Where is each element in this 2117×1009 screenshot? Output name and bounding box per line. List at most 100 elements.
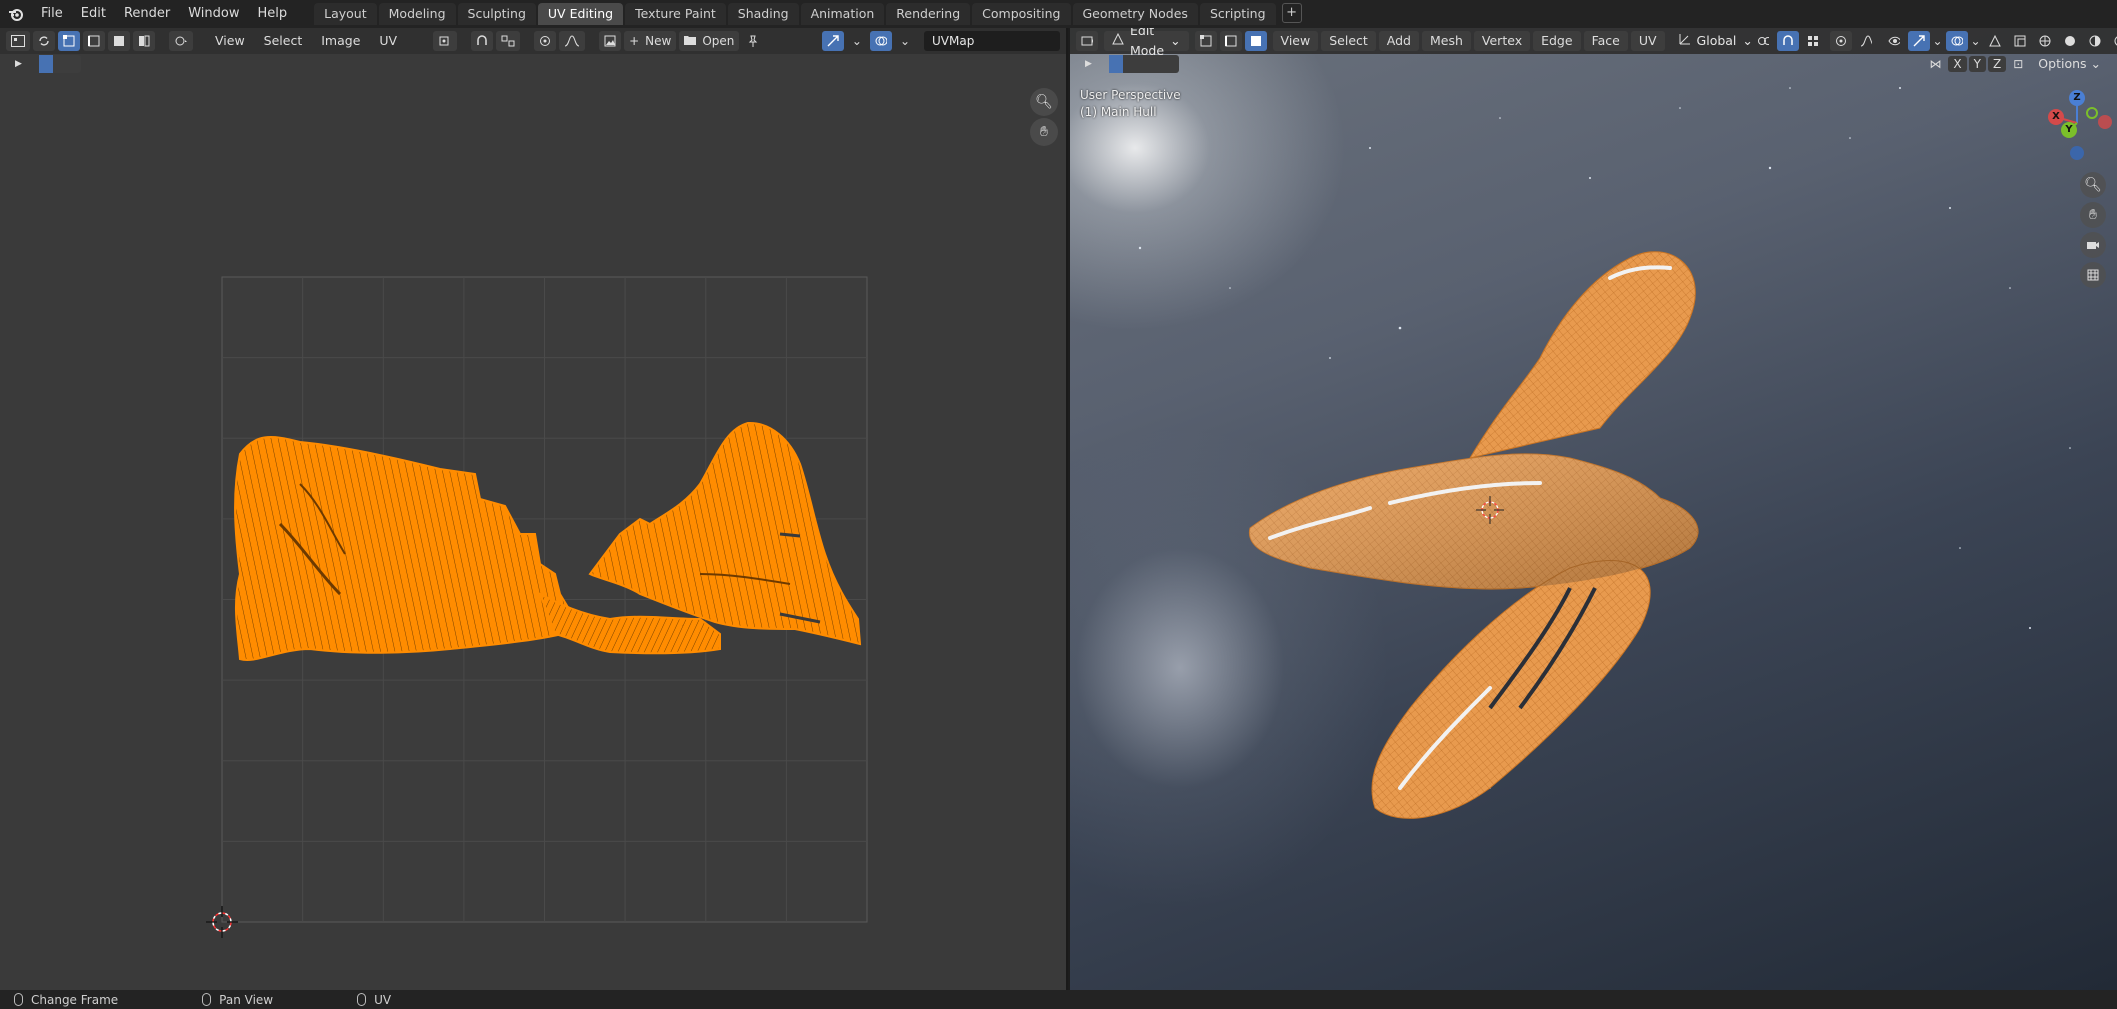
edge-select-icon[interactable] [83, 31, 105, 51]
auto-merge-icon[interactable]: ⊡ [2008, 54, 2028, 74]
select-invert-icon[interactable] [1151, 55, 1165, 73]
gizmos-icon[interactable] [1907, 31, 1930, 51]
xray-icon[interactable] [2009, 31, 2031, 51]
menu-vertex[interactable]: Vertex [1473, 31, 1531, 51]
select-subtract-icon[interactable] [1137, 55, 1151, 73]
uv-sync-icon[interactable] [821, 31, 844, 51]
menu-uv[interactable]: UV [371, 31, 405, 51]
solid-shading-icon[interactable] [2059, 31, 2081, 51]
tab-geometry-nodes[interactable]: Geometry Nodes [1072, 3, 1198, 25]
chevron-down-icon[interactable]: ⌄ [1971, 31, 1981, 51]
mode-dropdown[interactable]: Edit Mode ⌄ [1104, 28, 1189, 58]
menu-uv[interactable]: UV [1630, 31, 1665, 51]
face-select-icon[interactable] [108, 31, 130, 51]
select-new-icon[interactable] [38, 55, 53, 73]
snap-icon[interactable] [1776, 31, 1799, 51]
mirror-x-toggle[interactable]: X [1948, 56, 1967, 72]
selection-mode-box[interactable] [1108, 55, 1179, 73]
menu-edit[interactable]: Edit [72, 0, 115, 28]
mirror-z-toggle[interactable]: Z [1988, 56, 2007, 72]
menu-image[interactable]: Image [313, 31, 368, 51]
expand-arrow-icon[interactable]: ▶ [1080, 54, 1097, 74]
proportional-editing-icon[interactable] [534, 31, 557, 51]
orientation-dropdown[interactable]: Global ⌄ [1671, 31, 1753, 51]
falloff-icon[interactable] [559, 31, 586, 51]
gizmo-z-axis[interactable]: Z [2069, 90, 2085, 106]
mirror-icon[interactable]: ⋈ [1924, 54, 1946, 74]
3d-viewport[interactable]: Edit Mode ⌄ View Select Add Mesh Vertex … [1070, 28, 2117, 990]
zoom-icon[interactable]: 🔍︎ [1030, 88, 1058, 116]
tab-scripting[interactable]: Scripting [1199, 3, 1276, 25]
chevron-down-icon[interactable]: ⌄ [1933, 31, 1943, 51]
image-browse-icon[interactable] [599, 31, 622, 51]
new-image-button[interactable]: + New [624, 31, 677, 51]
pivot-point-icon[interactable] [433, 31, 458, 51]
overlays-icon[interactable] [1945, 31, 1968, 51]
expand-arrow-icon[interactable]: ▶ [10, 54, 27, 74]
snap-target-icon[interactable] [1802, 31, 1824, 51]
tab-shading[interactable]: Shading [727, 3, 799, 25]
island-select-icon[interactable] [133, 31, 155, 51]
vertex-select-icon[interactable] [1194, 31, 1217, 51]
menu-add[interactable]: Add [1378, 31, 1419, 51]
menu-mesh[interactable]: Mesh [1421, 31, 1471, 51]
menu-file[interactable]: File [32, 0, 72, 28]
editor-type-icon[interactable] [6, 31, 30, 51]
tab-modeling[interactable]: Modeling [378, 3, 456, 25]
menu-select[interactable]: Select [1321, 31, 1376, 51]
selection-mode-box[interactable] [38, 55, 81, 73]
gizmo-neg-z-axis[interactable] [2070, 146, 2084, 160]
select-new-icon[interactable] [1108, 55, 1123, 73]
vertex-select-icon[interactable] [58, 31, 80, 51]
proportional-editing-icon[interactable] [1829, 31, 1852, 51]
pivot-icon[interactable] [1752, 31, 1774, 51]
material-shading-icon[interactable] [2084, 31, 2106, 51]
sync-selection-icon[interactable] [33, 31, 55, 51]
options-dropdown[interactable]: Options ⌄ [2030, 54, 2109, 74]
sticky-selection-icon[interactable] [169, 31, 193, 51]
pin-icon[interactable] [742, 31, 764, 51]
wireframe-shading-icon[interactable] [2034, 31, 2056, 51]
snap-icon[interactable] [471, 31, 494, 51]
mirror-y-toggle[interactable]: Y [1968, 56, 1986, 72]
chevron-down-icon[interactable]: ⌄ [895, 31, 915, 51]
chevron-down-icon[interactable]: ⌄ [847, 31, 867, 51]
gizmo-neg-y-axis[interactable] [2086, 107, 2098, 119]
menu-face[interactable]: Face [1583, 31, 1628, 51]
menu-view[interactable]: View [1272, 31, 1319, 51]
gizmo-neg-x-axis[interactable] [2098, 115, 2112, 129]
gizmo-x-axis[interactable]: X [2048, 109, 2064, 125]
visibility-icon[interactable] [1883, 31, 1905, 51]
gizmo-y-axis[interactable]: Y [2061, 122, 2077, 138]
tab-texture-paint[interactable]: Texture Paint [625, 3, 726, 25]
spaceship-mesh[interactable] [1070, 28, 2117, 990]
face-select-icon[interactable] [1244, 31, 1267, 51]
falloff-icon[interactable] [1855, 31, 1877, 51]
uv-canvas[interactable] [0, 74, 1068, 990]
tab-animation[interactable]: Animation [800, 3, 885, 25]
menu-window[interactable]: Window [179, 0, 248, 28]
uv-map-field[interactable]: UVMap [924, 31, 1060, 51]
menu-select[interactable]: Select [256, 31, 311, 51]
rendered-shading-icon[interactable] [2109, 31, 2117, 51]
edge-select-icon[interactable] [1219, 31, 1242, 51]
tab-rendering[interactable]: Rendering [886, 3, 971, 25]
tab-sculpting[interactable]: Sculpting [457, 3, 536, 25]
editor-type-icon[interactable] [1076, 31, 1098, 51]
select-intersect-icon[interactable] [1165, 55, 1179, 73]
pan-hand-icon[interactable]: ✋︎ [2080, 202, 2106, 228]
tab-layout[interactable]: Layout [314, 3, 377, 25]
tab-uv-editing[interactable]: UV Editing [537, 3, 624, 25]
camera-view-icon[interactable] [2080, 232, 2106, 258]
tab-compositing[interactable]: Compositing [972, 3, 1071, 25]
zoom-icon[interactable]: 🔍︎ [2080, 172, 2106, 198]
pan-hand-icon[interactable]: ✋︎ [1030, 118, 1058, 146]
select-extend-icon[interactable] [1123, 55, 1137, 73]
menu-help[interactable]: Help [249, 0, 297, 28]
navigation-gizmo[interactable]: Z X Y [2042, 88, 2112, 160]
select-extend-icon[interactable] [53, 55, 67, 73]
menu-view[interactable]: View [207, 31, 253, 51]
add-workspace-button[interactable]: + [1281, 3, 1302, 23]
overlays-icon[interactable] [869, 31, 892, 51]
snap-target-icon[interactable] [496, 31, 521, 51]
